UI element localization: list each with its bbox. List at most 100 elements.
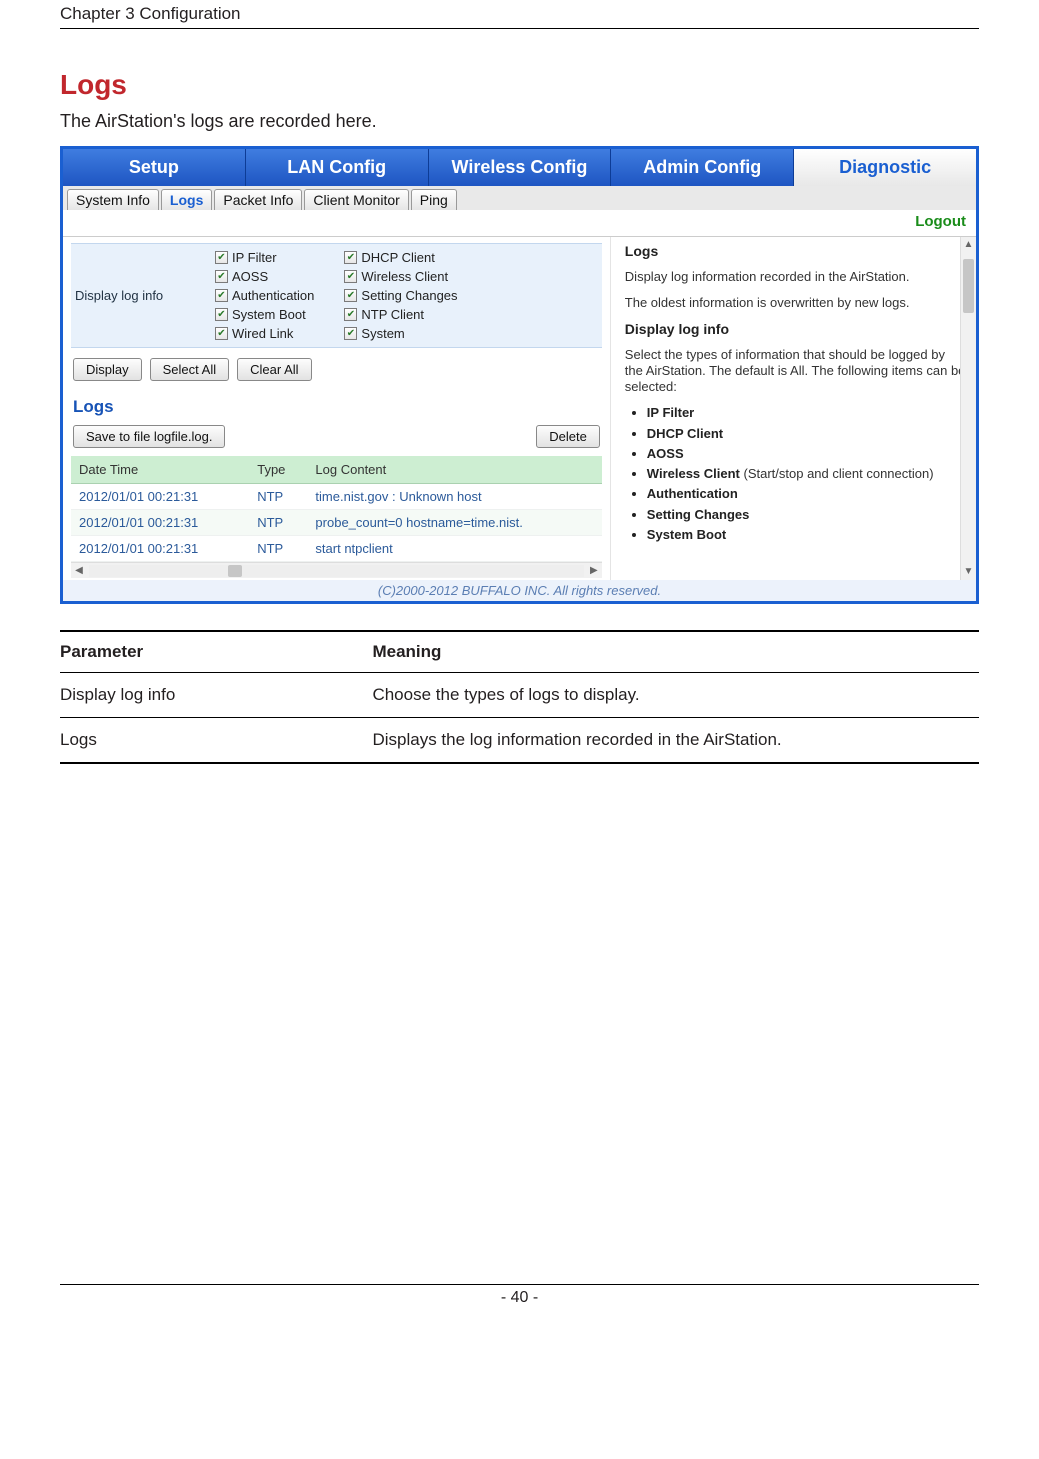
chk-label: System Boot	[232, 307, 306, 322]
logout-bar: Logout	[63, 210, 976, 236]
help-heading-dli: Display log info	[625, 321, 966, 339]
log-table: Date Time Type Log Content 2012/01/01 00…	[71, 456, 602, 562]
display-buttons: Display Select All Clear All	[71, 348, 602, 395]
left-pane: Display log info IP Filter AOSS Authenti…	[63, 237, 611, 580]
main-tab-lan-config[interactable]: LAN Config	[246, 149, 429, 186]
save-logfile-button[interactable]: Save to file logfile.log.	[73, 425, 225, 448]
main-tab-diagnostic[interactable]: Diagnostic	[794, 149, 976, 186]
help-text: The oldest information is overwritten by…	[625, 295, 966, 311]
checkbox-icon	[344, 308, 357, 321]
list-item: DHCP Client	[647, 426, 966, 442]
param-cell-name: Logs	[60, 718, 372, 764]
log-cell-dt: 2012/01/01 00:21:31	[71, 510, 249, 536]
sub-tab-ping[interactable]: Ping	[411, 189, 457, 210]
table-row: 2012/01/01 00:21:31 NTP probe_count=0 ho…	[71, 510, 602, 536]
page-number: - 40 -	[60, 1284, 979, 1307]
parameter-table: Parameter Meaning Display log info Choos…	[60, 630, 979, 764]
display-log-info-row: Display log info IP Filter AOSS Authenti…	[71, 243, 602, 348]
chk-label: Authentication	[232, 288, 314, 303]
log-col-datetime: Date Time	[71, 456, 249, 484]
main-tab-admin-config[interactable]: Admin Config	[611, 149, 794, 186]
sub-tab-packet-info[interactable]: Packet Info	[214, 189, 302, 210]
chk-label: IP Filter	[232, 250, 277, 265]
checkbox-icon	[344, 270, 357, 283]
log-col-type: Type	[249, 456, 307, 484]
main-tab-setup[interactable]: Setup	[63, 149, 246, 186]
log-cell-type: NTP	[249, 510, 307, 536]
sub-tab-logs[interactable]: Logs	[161, 189, 212, 210]
checkbox-icon	[344, 251, 357, 264]
list-item: AOSS	[647, 446, 966, 462]
chk-label: Wireless Client	[361, 269, 448, 284]
param-header-parameter: Parameter	[60, 631, 372, 673]
scrollbar-horizontal[interactable]: ◀ ▶	[71, 562, 602, 578]
scroll-down-icon: ▼	[961, 564, 976, 580]
chk-label: System	[361, 326, 404, 341]
chk-label: NTP Client	[361, 307, 424, 322]
log-cell-type: NTP	[249, 536, 307, 562]
table-row: Display log info Choose the types of log…	[60, 673, 979, 718]
copyright-bar: (C)2000-2012 BUFFALO INC. All rights res…	[63, 580, 976, 601]
list-item: Setting Changes	[647, 507, 966, 523]
chk-ntp-client[interactable]: NTP Client	[344, 307, 457, 322]
chk-system-boot[interactable]: System Boot	[215, 307, 314, 322]
scrollbar-vertical[interactable]: ▲ ▼	[960, 237, 976, 580]
log-cell-content: probe_count=0 hostname=time.nist.	[307, 510, 601, 536]
checkbox-icon	[344, 289, 357, 302]
chk-dhcp-client[interactable]: DHCP Client	[344, 250, 457, 265]
chk-wireless-client[interactable]: Wireless Client	[344, 269, 457, 284]
logs-heading: Logs	[73, 397, 602, 417]
chk-authentication[interactable]: Authentication	[215, 288, 314, 303]
chk-label: AOSS	[232, 269, 268, 284]
log-cell-dt: 2012/01/01 00:21:31	[71, 484, 249, 510]
checkbox-icon	[215, 270, 228, 283]
table-row: 2012/01/01 00:21:31 NTP start ntpclient	[71, 536, 602, 562]
log-cell-content: time.nist.gov : Unknown host	[307, 484, 601, 510]
logout-link[interactable]: Logout	[915, 213, 966, 230]
param-cell-meaning: Displays the log information recorded in…	[372, 718, 979, 764]
list-item: Wireless Client (Start/stop and client c…	[647, 466, 966, 482]
param-cell-meaning: Choose the types of logs to display.	[372, 673, 979, 718]
scroll-thumb[interactable]	[228, 565, 242, 577]
display-log-info-label: Display log info	[75, 288, 215, 303]
delete-logs-button[interactable]: Delete	[536, 425, 600, 448]
help-pane: Logs Display log information recorded in…	[611, 237, 976, 580]
display-log-col2: DHCP Client Wireless Client Setting Chan…	[344, 250, 457, 341]
checkbox-icon	[215, 289, 228, 302]
log-cell-dt: 2012/01/01 00:21:31	[71, 536, 249, 562]
chk-aoss[interactable]: AOSS	[215, 269, 314, 284]
help-text: Display log information recorded in the …	[625, 269, 966, 285]
chapter-header: Chapter 3 Configuration	[60, 0, 979, 29]
chk-ip-filter[interactable]: IP Filter	[215, 250, 314, 265]
list-item: System Boot	[647, 527, 966, 543]
help-text: Select the types of information that sho…	[625, 347, 966, 396]
logs-toolbar: Save to file logfile.log. Delete	[71, 425, 602, 456]
chk-wired-link[interactable]: Wired Link	[215, 326, 314, 341]
scroll-thumb[interactable]	[963, 259, 974, 313]
list-item: IP Filter	[647, 405, 966, 421]
display-button[interactable]: Display	[73, 358, 142, 381]
chk-label: Setting Changes	[361, 288, 457, 303]
table-row: 2012/01/01 00:21:31 NTP time.nist.gov : …	[71, 484, 602, 510]
table-row: Logs Displays the log information record…	[60, 718, 979, 764]
scroll-left-icon: ◀	[71, 565, 87, 576]
checkbox-icon	[344, 327, 357, 340]
param-cell-name: Display log info	[60, 673, 372, 718]
section-subtitle: The AirStation's logs are recorded here.	[60, 111, 979, 132]
chk-setting-changes[interactable]: Setting Changes	[344, 288, 457, 303]
chk-system[interactable]: System	[344, 326, 457, 341]
scroll-right-icon: ▶	[586, 565, 602, 576]
chk-label: DHCP Client	[361, 250, 434, 265]
list-item: Authentication	[647, 486, 966, 502]
clear-all-button[interactable]: Clear All	[237, 358, 311, 381]
sub-tab-system-info[interactable]: System Info	[67, 189, 159, 210]
main-tab-wireless-config[interactable]: Wireless Config	[429, 149, 612, 186]
sub-tab-bar: System Info Logs Packet Info Client Moni…	[63, 186, 976, 210]
log-cell-type: NTP	[249, 484, 307, 510]
sub-tab-client-monitor[interactable]: Client Monitor	[304, 189, 408, 210]
select-all-button[interactable]: Select All	[150, 358, 229, 381]
content-area: Display log info IP Filter AOSS Authenti…	[63, 236, 976, 580]
checkbox-icon	[215, 308, 228, 321]
checkbox-icon	[215, 251, 228, 264]
main-tab-bar: Setup LAN Config Wireless Config Admin C…	[63, 149, 976, 186]
